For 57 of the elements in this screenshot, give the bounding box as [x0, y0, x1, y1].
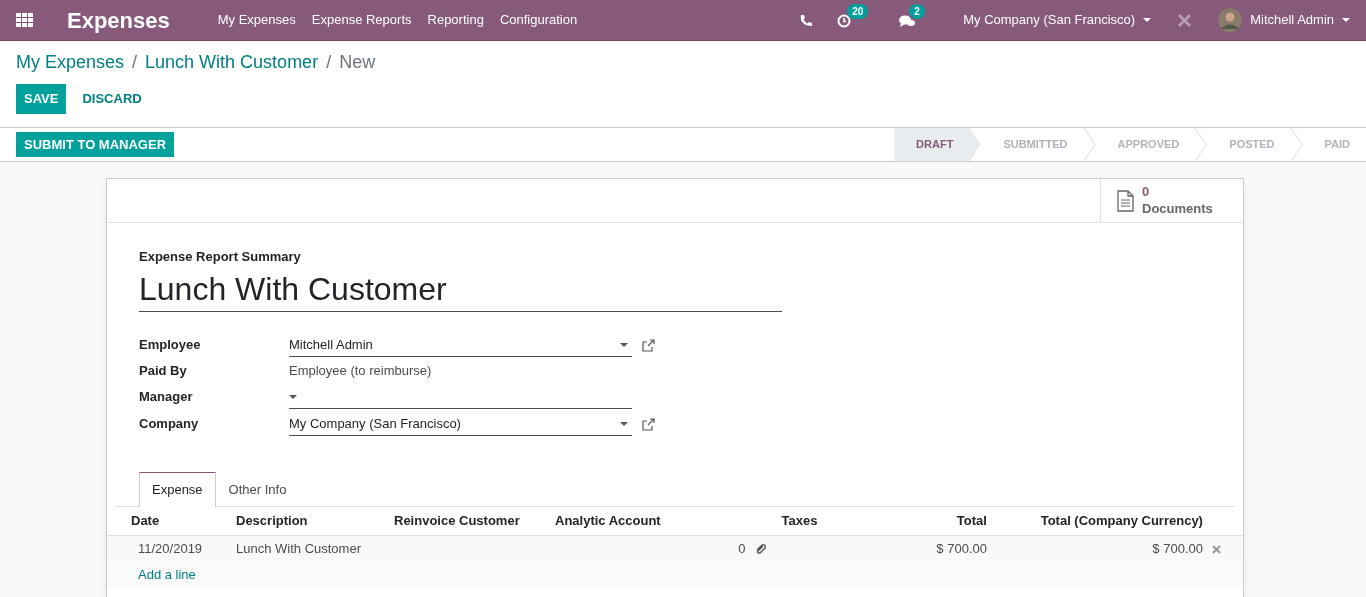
document-icon: [1117, 189, 1134, 212]
field-label: Company: [139, 415, 200, 434]
discard-button[interactable]: DISCARD: [74, 84, 150, 114]
clock-icon[interactable]: [837, 13, 852, 28]
breadcrumb-current: New: [339, 51, 376, 74]
column-header: Date: [131, 513, 160, 528]
activity-count-badge: 20: [847, 4, 869, 20]
caret-icon: [1143, 18, 1152, 22]
column-header: Description: [236, 513, 308, 528]
field-label: Manager: [139, 388, 194, 407]
summary-title-field[interactable]: Lunch With Customer: [139, 266, 782, 312]
field-label: Paid By: [139, 362, 188, 381]
user-menu[interactable]: Mitchell Admin: [1218, 8, 1350, 32]
menu-item[interactable]: My Expenses: [217, 10, 296, 30]
save-button[interactable]: SAVE: [16, 84, 67, 114]
breadcrumb-separator: /: [326, 51, 332, 74]
add-line-link[interactable]: Add a line: [138, 566, 196, 582]
external-link-icon[interactable]: [642, 338, 655, 352]
caret-icon: [620, 421, 628, 426]
table-cell: Lunch With Customer: [236, 541, 361, 556]
breadcrumb-link[interactable]: Lunch With Customer: [145, 49, 319, 76]
breadcrumb-link[interactable]: My Expenses: [16, 49, 125, 76]
field-value: Employee (to reimburse): [289, 362, 432, 381]
chat-icon[interactable]: [899, 13, 916, 28]
message-count-badge: 2: [909, 4, 925, 20]
documents-button[interactable]: 0 Documents: [1100, 179, 1243, 222]
column-header: Reinvoice Customer: [394, 513, 520, 528]
column-header: Total (Company Currency): [1040, 513, 1203, 528]
menu-item[interactable]: Expense Reports: [311, 10, 412, 30]
tab[interactable]: Expense: [139, 471, 216, 507]
menu-item[interactable]: Configuration: [499, 10, 578, 30]
caret-icon: [1342, 18, 1350, 22]
caret-icon: [289, 394, 297, 399]
column-header: Taxes: [781, 513, 818, 528]
summary-label: Expense Report Summary: [139, 248, 302, 266]
dropdown-field[interactable]: Mitchell Admin: [289, 333, 632, 357]
apps-menu-icon[interactable]: [16, 13, 33, 27]
column-header: Total: [956, 513, 987, 528]
company-switcher[interactable]: My Company (San Francisco): [963, 10, 1152, 30]
table-cell: $ 700.00: [936, 541, 987, 556]
delete-icon[interactable]: [1211, 545, 1221, 555]
caret-icon: [620, 342, 628, 347]
tab[interactable]: Other Info: [215, 471, 300, 506]
attachment-count: 0: [738, 540, 746, 558]
app-title[interactable]: Expenses: [67, 3, 170, 37]
menu-item[interactable]: Reporting: [427, 10, 484, 30]
phone-icon[interactable]: [799, 13, 814, 27]
field-label: Employee: [139, 336, 202, 355]
submit-button[interactable]: SUBMIT TO MANAGER: [16, 132, 175, 157]
avatar-icon: [1218, 8, 1243, 32]
dropdown-field[interactable]: My Company (San Francisco): [289, 412, 632, 436]
stage-arrow-icon: [969, 128, 982, 161]
breadcrumb-separator: /: [132, 51, 138, 74]
table-cell: $ 700.00: [1152, 541, 1203, 556]
table-cell: 11/20/2019: [138, 541, 203, 556]
column-header: Analytic Account: [555, 513, 661, 528]
external-link-icon[interactable]: [642, 417, 655, 431]
